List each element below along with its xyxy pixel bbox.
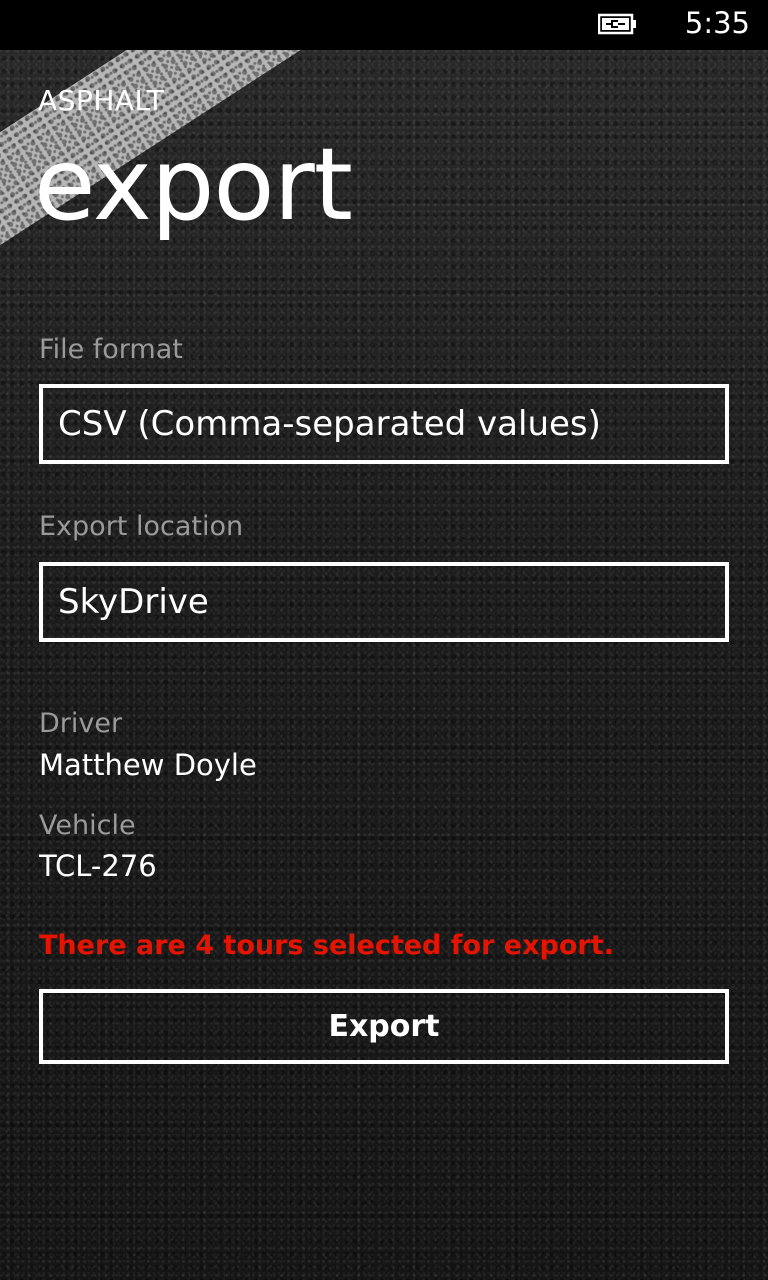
export-warning-text: There are 4 tours selected for export. <box>39 930 614 961</box>
driver-label: Driver <box>39 708 123 739</box>
vehicle-value: TCL-276 <box>39 849 157 883</box>
file-format-label: File format <box>39 334 183 365</box>
status-time: 5:35 <box>684 6 750 40</box>
file-format-value: CSV (Comma-separated values) <box>58 404 601 444</box>
export-location-picker[interactable]: SkyDrive <box>39 562 729 642</box>
export-location-value: SkyDrive <box>58 582 209 622</box>
driver-value: Matthew Doyle <box>39 748 257 782</box>
battery-charging-icon <box>598 13 636 35</box>
export-location-label: Export location <box>39 511 244 542</box>
vehicle-label: Vehicle <box>39 810 136 841</box>
file-format-picker[interactable]: CSV (Comma-separated values) <box>39 384 729 464</box>
page-title: export <box>34 126 353 243</box>
status-bar: 5:35 <box>0 0 768 50</box>
export-button[interactable]: Export <box>39 989 729 1064</box>
app-title: ASPHALT <box>38 84 165 117</box>
app-screen: 5:35 ASPHALT export File format CSV (Com… <box>0 0 768 1280</box>
